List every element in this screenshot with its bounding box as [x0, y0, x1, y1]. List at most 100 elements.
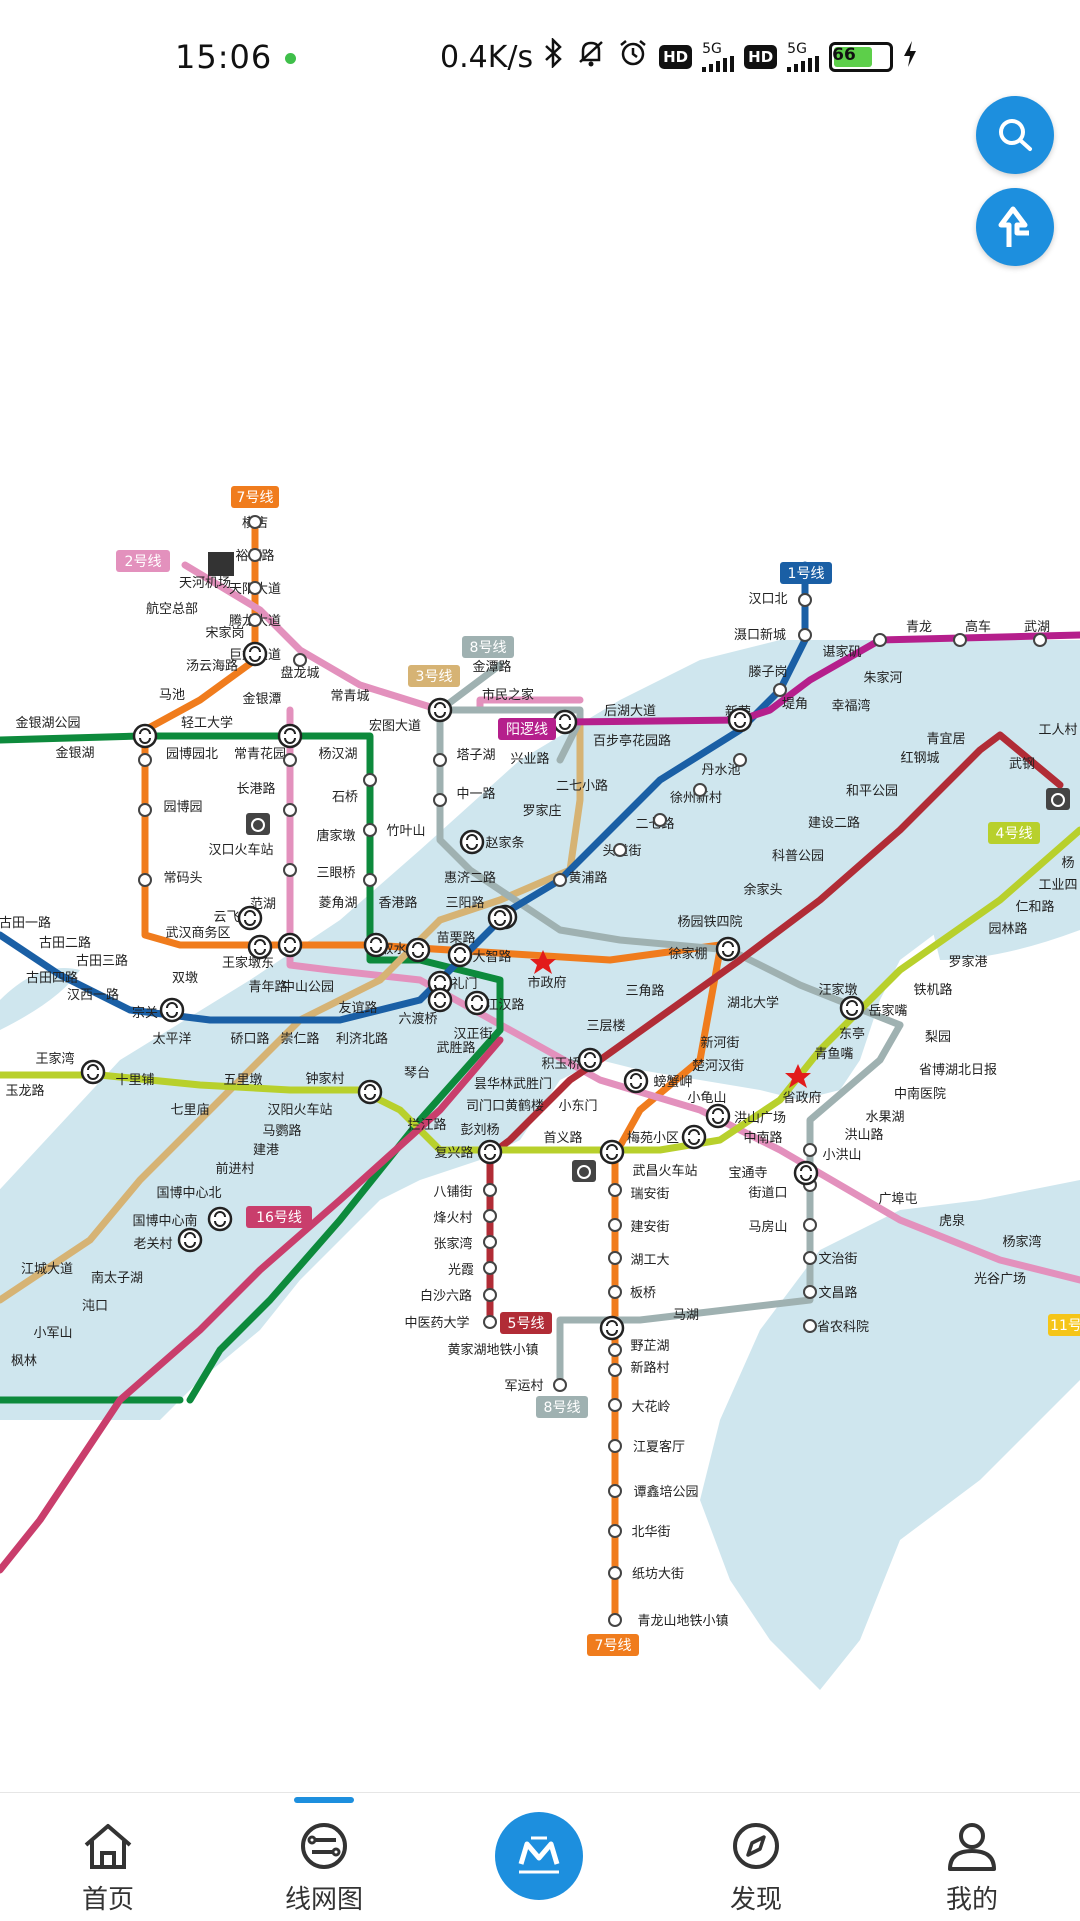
station-label[interactable]: 昙华林武胜门 — [474, 1077, 552, 1092]
station-label[interactable]: 省博湖北日报 — [919, 1063, 997, 1078]
station-label[interactable]: 湖工大 — [630, 1253, 669, 1268]
station-label[interactable]: 前进村 — [215, 1161, 254, 1177]
station-label[interactable]: 市民之家 — [482, 687, 534, 703]
station-label[interactable]: 新河街 — [700, 1035, 739, 1051]
station-label[interactable]: 宏图大道 — [369, 719, 421, 734]
station-label[interactable]: 汤云海路 — [186, 658, 238, 674]
station-label[interactable]: 彭刘杨 — [460, 1123, 499, 1138]
station-label[interactable]: 三眼桥 — [316, 866, 355, 881]
station-label[interactable]: 仁和路 — [1015, 899, 1054, 915]
station-label[interactable]: 小龟山 — [687, 1091, 726, 1106]
station-label[interactable]: 余家头 — [743, 882, 782, 898]
station-label[interactable]: 轻工大学 — [181, 715, 233, 731]
station-label[interactable]: 武胜路 — [436, 1040, 475, 1056]
station-label[interactable]: 滕子岗 — [748, 665, 787, 680]
station-label[interactable]: 唐家墩 — [316, 828, 355, 844]
station-label[interactable]: 航空总部 — [146, 601, 198, 617]
station-label[interactable]: 惠济二路 — [444, 870, 496, 886]
station-label[interactable]: 玉龙路 — [5, 1083, 44, 1099]
station-label[interactable]: 东亭 — [839, 1026, 865, 1042]
station-label[interactable]: 科普公园 — [772, 849, 824, 864]
station-label[interactable]: 十里铺 — [115, 1073, 154, 1088]
station-label[interactable]: 武昌火车站 — [632, 1163, 697, 1179]
station-label[interactable]: 楚河汉街 — [692, 1059, 744, 1074]
station-label[interactable]: 马湖 — [673, 1308, 699, 1323]
station-label[interactable]: 烽火村 — [433, 1211, 472, 1226]
station-label[interactable]: 金银潭 — [242, 691, 281, 707]
station-label[interactable]: 青年路 — [248, 979, 287, 995]
station-label[interactable]: 北华街 — [631, 1525, 670, 1540]
station-label[interactable]: 文昌路 — [818, 1285, 857, 1301]
station-label[interactable]: 钟家村 — [305, 1071, 344, 1087]
station-label[interactable]: 七里庙 — [170, 1103, 209, 1118]
station-label[interactable]: 工人村 — [1038, 723, 1077, 738]
station-label[interactable]: 岳家嘴 — [868, 1003, 907, 1019]
station-label[interactable]: 二七小路 — [556, 778, 608, 794]
station-label[interactable]: 双墩 — [172, 971, 198, 986]
station-label[interactable]: 武钢 — [1009, 757, 1035, 772]
station-label[interactable]: 汉西一路 — [67, 987, 119, 1003]
station-label[interactable]: 杨园铁四院 — [677, 915, 742, 930]
metro-map[interactable]: 横店裕福路天阳大道腾龙大道巨龙大道盘龙城金潭路市民之家后湖大道百步亭花园路天河机… — [0, 380, 1080, 1720]
station-label[interactable]: 江城大道 — [21, 1262, 73, 1277]
station-label[interactable]: 谌家矶 — [822, 644, 861, 660]
station-label[interactable]: 丹水池 — [701, 763, 740, 778]
station-label[interactable]: 司门口黄鹤楼 — [466, 1098, 544, 1114]
station-label[interactable]: 青龙山地铁小镇 — [637, 1614, 728, 1629]
station-label[interactable]: 高车 — [965, 619, 991, 635]
station-label[interactable]: 利济北路 — [336, 1031, 388, 1047]
tab-home[interactable]: 首页 — [38, 1793, 178, 1921]
station-label[interactable]: 建设二路 — [808, 815, 860, 831]
station-label[interactable]: 朱家河 — [863, 670, 902, 686]
station-label[interactable]: 拦江路 — [407, 1117, 446, 1133]
station-label[interactable]: 梅苑小区 — [627, 1131, 679, 1146]
station-label[interactable]: 洪山路 — [844, 1127, 883, 1143]
station-label[interactable]: 金银湖公园 — [15, 715, 80, 731]
station-label[interactable]: 古田一路 — [0, 915, 51, 931]
station-label[interactable]: 中一路 — [456, 786, 495, 802]
station-label[interactable]: 常青花园 — [234, 746, 286, 762]
station-label[interactable]: 野芷湖 — [630, 1338, 669, 1354]
station-label[interactable]: 谭鑫培公园 — [633, 1484, 698, 1500]
station-label[interactable]: 梨园 — [925, 1030, 951, 1045]
station-label[interactable]: 省政府 — [782, 1091, 821, 1106]
station-label[interactable]: 南太子湖 — [91, 1270, 143, 1286]
station-label[interactable]: 王家湾 — [35, 1051, 74, 1067]
station-label[interactable]: 徐家棚 — [668, 946, 707, 962]
station-label[interactable]: 青宜居 — [926, 732, 965, 747]
station-label[interactable]: 虎泉 — [939, 1213, 965, 1229]
station-label[interactable]: 后湖大道 — [604, 704, 656, 719]
station-label[interactable]: 菱角湖 — [318, 896, 357, 911]
station-label[interactable]: 园林路 — [988, 921, 1027, 937]
station-label[interactable]: 竹叶山 — [386, 824, 425, 839]
station-label[interactable]: 五里墩 — [223, 1073, 262, 1088]
station-label[interactable]: 小军山 — [33, 1326, 72, 1341]
station-label[interactable]: 白沙六路 — [420, 1288, 472, 1304]
station-label[interactable]: 太平洋 — [152, 1032, 191, 1047]
station-label[interactable]: 宋家岗 — [205, 625, 244, 641]
station-label[interactable]: 堤角 — [782, 697, 808, 712]
station-label[interactable]: 常码头 — [163, 871, 202, 886]
tab-mine[interactable]: 我的 — [902, 1793, 1042, 1921]
station-label[interactable]: 铁机路 — [913, 982, 952, 998]
route-planning-button[interactable] — [976, 188, 1054, 266]
station-label[interactable]: 马房山 — [748, 1219, 787, 1235]
station-label[interactable]: 硚口路 — [230, 1031, 269, 1047]
station-label[interactable]: 黄家湖地铁小镇 — [447, 1342, 538, 1358]
station-label[interactable]: 国博中心北 — [156, 1186, 221, 1201]
station-label[interactable]: 天河机场 — [179, 576, 231, 591]
station-label[interactable]: 红钢城 — [900, 750, 939, 766]
station-label[interactable]: 中南医院 — [894, 1086, 946, 1102]
station-label[interactable]: 小洪山 — [822, 1148, 861, 1163]
station-label[interactable]: 六渡桥 — [398, 1011, 437, 1027]
station-label[interactable]: 杨汉湖 — [318, 747, 357, 762]
station-label[interactable]: 街道口 — [748, 1186, 787, 1201]
tab-discover[interactable]: 发现 — [686, 1793, 826, 1921]
station-label[interactable]: 新路村 — [630, 1360, 669, 1376]
station-label[interactable]: 园博园 — [163, 800, 202, 815]
station-label[interactable]: 琴台 — [404, 1066, 430, 1081]
station-label[interactable]: 黄浦路 — [568, 870, 607, 886]
station-label[interactable]: 枫林 — [11, 1354, 37, 1369]
station-label[interactable]: 螃蟹岬 — [653, 1074, 692, 1090]
station-label[interactable]: 大花岭 — [631, 1399, 670, 1415]
